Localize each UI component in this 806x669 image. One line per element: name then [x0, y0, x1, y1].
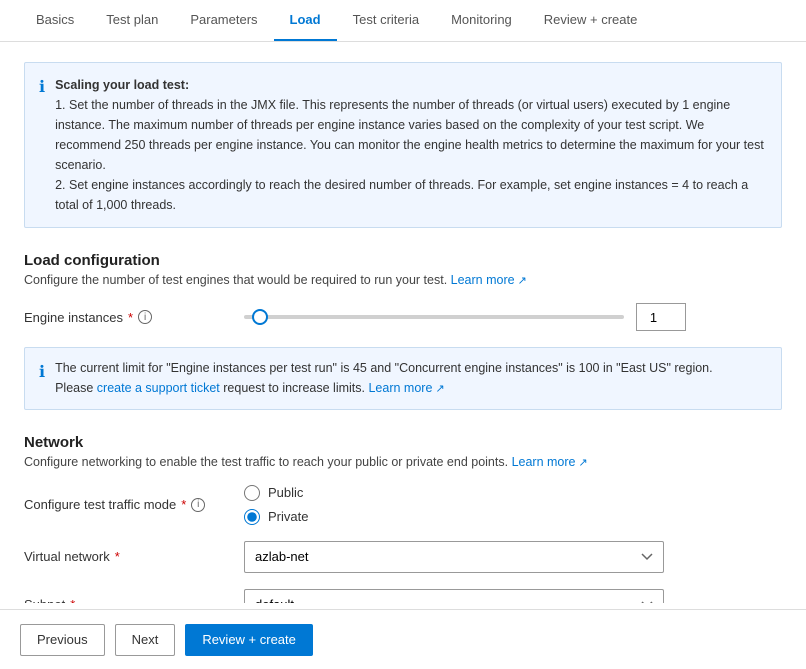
tab-parameters[interactable]: Parameters — [174, 0, 273, 41]
tab-load[interactable]: Load — [274, 0, 337, 41]
network-desc-text: Configure networking to enable the test … — [24, 455, 508, 469]
required-marker: * — [128, 310, 133, 325]
virtual-network-dropdown-wrapper: azlab-net — [244, 541, 664, 573]
scaling-info-box: ℹ Scaling your load test: 1. Set the num… — [24, 62, 782, 228]
virtual-network-dropdown[interactable]: azlab-net — [244, 541, 664, 573]
nav-tabs: Basics Test plan Parameters Load Test cr… — [0, 0, 806, 42]
radio-private-input[interactable] — [244, 509, 260, 525]
engine-instances-info-icon[interactable]: i — [138, 310, 152, 324]
scaling-info-text: Scaling your load test: 1. Set the numbe… — [55, 75, 767, 215]
limit-info-text3: request to increase limits. — [223, 381, 365, 395]
footer: Previous Next Review + create — [0, 609, 806, 669]
tab-basics[interactable]: Basics — [20, 0, 90, 41]
network-desc: Configure networking to enable the test … — [24, 455, 782, 469]
load-config-desc-text: Configure the number of test engines tha… — [24, 273, 447, 287]
limit-info-text1: The current limit for "Engine instances … — [55, 361, 713, 375]
load-config-learn-more[interactable]: Learn more — [451, 273, 527, 287]
radio-public-label: Public — [268, 485, 303, 500]
load-config-section: Load configuration Configure the number … — [24, 252, 782, 331]
network-section: Network Configure networking to enable t… — [24, 434, 782, 603]
traffic-mode-info-icon[interactable]: i — [191, 498, 205, 512]
vnet-required: * — [115, 549, 120, 564]
limit-info-box: ℹ The current limit for "Engine instance… — [24, 347, 782, 410]
load-config-desc: Configure the number of test engines tha… — [24, 273, 782, 287]
limit-learn-more-link[interactable]: Learn more — [368, 381, 444, 395]
next-button[interactable]: Next — [115, 624, 176, 656]
radio-public[interactable]: Public — [244, 485, 308, 501]
subnet-dropdown-wrapper: default — [244, 589, 664, 603]
tab-monitoring[interactable]: Monitoring — [435, 0, 528, 41]
radio-private[interactable]: Private — [244, 509, 308, 525]
create-support-ticket-link[interactable]: create a support ticket — [97, 381, 220, 395]
review-create-button[interactable]: Review + create — [185, 624, 313, 656]
engine-instances-value[interactable] — [636, 303, 686, 331]
radio-public-input[interactable] — [244, 485, 260, 501]
subnet-row: Subnet * default — [24, 589, 782, 603]
network-learn-more-link[interactable]: Learn more — [512, 455, 588, 469]
main-content: ℹ Scaling your load test: 1. Set the num… — [0, 42, 806, 603]
traffic-mode-radio-group: Public Private — [244, 485, 308, 525]
info-icon: ℹ — [39, 77, 45, 215]
scaling-line2: 1. Set the number of threads in the JMX … — [55, 98, 764, 172]
limit-info-text: The current limit for "Engine instances … — [55, 358, 713, 399]
network-title: Network — [24, 434, 782, 451]
limit-info-text2: Please — [55, 381, 93, 395]
previous-button[interactable]: Previous — [20, 624, 105, 656]
engine-instances-slider[interactable] — [244, 315, 624, 319]
tab-test-plan[interactable]: Test plan — [90, 0, 174, 41]
subnet-label: Subnet * — [24, 597, 244, 603]
tab-test-criteria[interactable]: Test criteria — [337, 0, 435, 41]
subnet-dropdown[interactable]: default — [244, 589, 664, 603]
traffic-mode-label: Configure test traffic mode * i — [24, 497, 244, 512]
traffic-mode-row: Configure test traffic mode * i Public P… — [24, 485, 782, 525]
limit-info-icon: ℹ — [39, 360, 45, 399]
engine-instances-label: Engine instances * i — [24, 310, 244, 325]
scaling-title: Scaling your load test: — [55, 78, 189, 92]
load-config-title: Load configuration — [24, 252, 782, 269]
traffic-mode-required: * — [181, 497, 186, 512]
virtual-network-row: Virtual network * azlab-net — [24, 541, 782, 573]
tab-review-create[interactable]: Review + create — [528, 0, 654, 41]
scaling-line3: 2. Set engine instances accordingly to r… — [55, 178, 748, 212]
radio-private-label: Private — [268, 509, 308, 524]
engine-instances-slider-container — [244, 303, 782, 331]
virtual-network-label: Virtual network * — [24, 549, 244, 564]
engine-instances-row: Engine instances * i — [24, 303, 782, 331]
subnet-required: * — [70, 597, 75, 603]
